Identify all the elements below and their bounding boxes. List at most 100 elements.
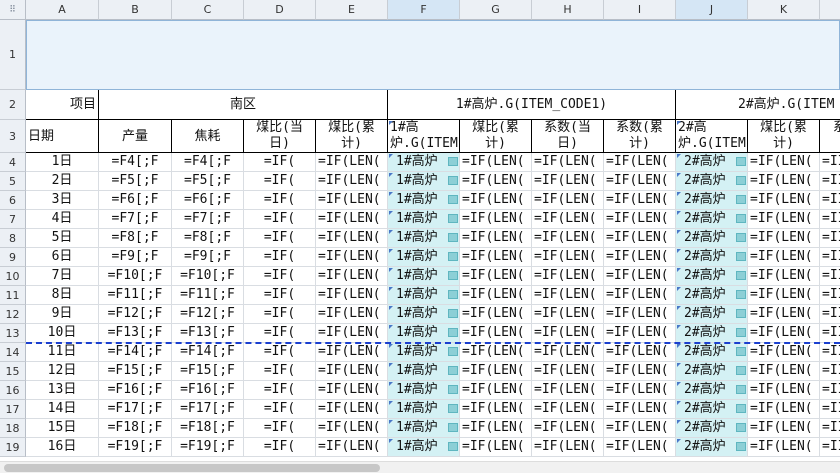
output-cell[interactable]: =F5[;F bbox=[99, 172, 172, 191]
row-header[interactable]: 7 bbox=[0, 210, 26, 229]
row-header[interactable]: 8 bbox=[0, 229, 26, 248]
coal-ratio-cum-cell[interactable]: =IF(LEN( bbox=[316, 286, 388, 305]
bf1-code-cell[interactable]: 1#高炉 bbox=[388, 400, 460, 419]
output-cell[interactable]: =F15[;F bbox=[99, 362, 172, 381]
coal-ratio-day-cell[interactable]: =IF( bbox=[244, 210, 316, 229]
bf1-coef-day-cell[interactable]: =IF(LEN( bbox=[532, 191, 604, 210]
bf1-coal-ratio-cell[interactable]: =IF(LEN( bbox=[460, 400, 532, 419]
bf1-coef-cum-cell[interactable]: =IF(LEN( bbox=[604, 229, 676, 248]
row-header[interactable]: 17 bbox=[0, 400, 26, 419]
column-header[interactable]: G bbox=[460, 0, 532, 20]
bf2-coef-cell[interactable]: =II bbox=[820, 248, 840, 267]
row-header[interactable]: 18 bbox=[0, 419, 26, 438]
column-header[interactable]: F bbox=[388, 0, 460, 20]
output-cell[interactable]: =F16[;F bbox=[99, 381, 172, 400]
bf2-coef-cell[interactable]: =II bbox=[820, 438, 840, 457]
bf2-coef-cell[interactable]: =II bbox=[820, 267, 840, 286]
coal-ratio-cum-cell[interactable]: =IF(LEN( bbox=[316, 210, 388, 229]
bf1-code-cell[interactable]: 1#高炉 bbox=[388, 286, 460, 305]
bf2-coef-cell[interactable]: =II bbox=[820, 305, 840, 324]
output-cell[interactable]: =F6[;F bbox=[99, 191, 172, 210]
coke-cell[interactable]: =F5[;F bbox=[172, 172, 244, 191]
bf1-coef-day-cell[interactable]: =IF(LEN( bbox=[532, 381, 604, 400]
row-header[interactable]: 4 bbox=[0, 153, 26, 172]
column-title-cell[interactable]: 系 bbox=[820, 120, 840, 153]
bf2-coef-cell[interactable]: =II bbox=[820, 343, 840, 362]
coke-cell[interactable]: =F9[;F bbox=[172, 248, 244, 267]
output-cell[interactable]: =F4[;F bbox=[99, 153, 172, 172]
coal-ratio-day-cell[interactable]: =IF( bbox=[244, 153, 316, 172]
bf2-coef-cell[interactable]: =II bbox=[820, 381, 840, 400]
coal-ratio-day-cell[interactable]: =IF( bbox=[244, 343, 316, 362]
bf1-coal-ratio-cell[interactable]: =IF(LEN( bbox=[460, 381, 532, 400]
bf2-coef-cell[interactable]: =II bbox=[820, 153, 840, 172]
row-header[interactable]: 9 bbox=[0, 248, 26, 267]
bf2-coal-ratio-cell[interactable]: =IF(LEN( bbox=[748, 400, 820, 419]
bf2-coal-ratio-cell[interactable]: =IF(LEN( bbox=[748, 305, 820, 324]
coal-ratio-cum-cell[interactable]: =IF(LEN( bbox=[316, 267, 388, 286]
coke-cell[interactable]: =F6[;F bbox=[172, 191, 244, 210]
bf2-coal-ratio-cell[interactable]: =IF(LEN( bbox=[748, 229, 820, 248]
date-cell[interactable]: 3日 bbox=[26, 191, 99, 210]
bf2-coal-ratio-cell[interactable]: =IF(LEN( bbox=[748, 343, 820, 362]
column-header[interactable]: A bbox=[26, 0, 99, 20]
header-bf2-cell[interactable]: 2#高炉.G(ITEM bbox=[676, 90, 840, 120]
coal-ratio-cum-cell[interactable]: =IF(LEN( bbox=[316, 362, 388, 381]
bf2-coef-cell[interactable]: =II bbox=[820, 419, 840, 438]
coal-ratio-day-cell[interactable]: =IF( bbox=[244, 419, 316, 438]
column-header[interactable]: I bbox=[604, 0, 676, 20]
column-title-cell[interactable]: 煤比(累计) bbox=[316, 120, 388, 153]
coal-ratio-day-cell[interactable]: =IF( bbox=[244, 286, 316, 305]
date-cell[interactable]: 6日 bbox=[26, 248, 99, 267]
coal-ratio-day-cell[interactable]: =IF( bbox=[244, 305, 316, 324]
bf1-coef-day-cell[interactable]: =IF(LEN( bbox=[532, 286, 604, 305]
coal-ratio-cum-cell[interactable]: =IF(LEN( bbox=[316, 305, 388, 324]
header-bf1-cell[interactable]: 1#高炉.G(ITEM_CODE1) bbox=[388, 90, 676, 120]
coke-cell[interactable]: =F16[;F bbox=[172, 381, 244, 400]
date-cell[interactable]: 12日 bbox=[26, 362, 99, 381]
date-cell[interactable]: 1日 bbox=[26, 153, 99, 172]
bf2-coal-ratio-cell[interactable]: =IF(LEN( bbox=[748, 362, 820, 381]
select-all-corner[interactable]: ⠿ bbox=[0, 0, 26, 20]
bf1-coef-day-cell[interactable]: =IF(LEN( bbox=[532, 305, 604, 324]
bf1-coef-day-cell[interactable]: =IF(LEN( bbox=[532, 248, 604, 267]
bf1-coef-day-cell[interactable]: =IF(LEN( bbox=[532, 400, 604, 419]
row-header[interactable]: 5 bbox=[0, 172, 26, 191]
bf1-coef-cum-cell[interactable]: =IF(LEN( bbox=[604, 438, 676, 457]
bf1-coef-day-cell[interactable]: =IF(LEN( bbox=[532, 229, 604, 248]
bf1-code-cell[interactable]: 1#高炉 bbox=[388, 172, 460, 191]
date-cell[interactable]: 8日 bbox=[26, 286, 99, 305]
bf2-coal-ratio-cell[interactable]: =IF(LEN( bbox=[748, 286, 820, 305]
bf2-coal-ratio-cell[interactable]: =IF(LEN( bbox=[748, 419, 820, 438]
bf1-coef-cum-cell[interactable]: =IF(LEN( bbox=[604, 343, 676, 362]
bf2-coal-ratio-cell[interactable]: =IF(LEN( bbox=[748, 210, 820, 229]
bf1-coef-day-cell[interactable]: =IF(LEN( bbox=[532, 438, 604, 457]
date-cell[interactable]: 5日 bbox=[26, 229, 99, 248]
coke-cell[interactable]: =F15[;F bbox=[172, 362, 244, 381]
output-cell[interactable]: =F13[;F bbox=[99, 324, 172, 343]
bf1-coal-ratio-cell[interactable]: =IF(LEN( bbox=[460, 438, 532, 457]
column-title-cell[interactable]: 煤比(当日) bbox=[244, 120, 316, 153]
column-title-cell[interactable]: 煤比(累计) bbox=[460, 120, 532, 153]
row-header[interactable]: 1 bbox=[0, 20, 26, 90]
bf1-coef-cum-cell[interactable]: =IF(LEN( bbox=[604, 324, 676, 343]
bf1-code-cell[interactable]: 1#高炉 bbox=[388, 229, 460, 248]
bf2-code-cell[interactable]: 2#高炉 bbox=[676, 362, 748, 381]
column-header[interactable]: J bbox=[676, 0, 748, 20]
bf2-coal-ratio-cell[interactable]: =IF(LEN( bbox=[748, 248, 820, 267]
column-header[interactable]: B bbox=[99, 0, 172, 20]
column-header[interactable]: D bbox=[244, 0, 316, 20]
bf2-code-cell[interactable]: 2#高炉 bbox=[676, 305, 748, 324]
output-cell[interactable]: =F9[;F bbox=[99, 248, 172, 267]
bf2-code-cell[interactable]: 2#高炉 bbox=[676, 286, 748, 305]
bf2-coal-ratio-cell[interactable]: =IF(LEN( bbox=[748, 438, 820, 457]
bf1-coef-cum-cell[interactable]: =IF(LEN( bbox=[604, 419, 676, 438]
bf1-code-cell[interactable]: 1#高炉 bbox=[388, 191, 460, 210]
row-header[interactable]: 19 bbox=[0, 438, 26, 457]
row-header[interactable]: 14 bbox=[0, 343, 26, 362]
bf1-code-cell[interactable]: 1#高炉 bbox=[388, 267, 460, 286]
coal-ratio-day-cell[interactable]: =IF( bbox=[244, 438, 316, 457]
output-cell[interactable]: =F18[;F bbox=[99, 419, 172, 438]
bf1-coef-cum-cell[interactable]: =IF(LEN( bbox=[604, 400, 676, 419]
bf1-code-cell[interactable]: 1#高炉 bbox=[388, 324, 460, 343]
